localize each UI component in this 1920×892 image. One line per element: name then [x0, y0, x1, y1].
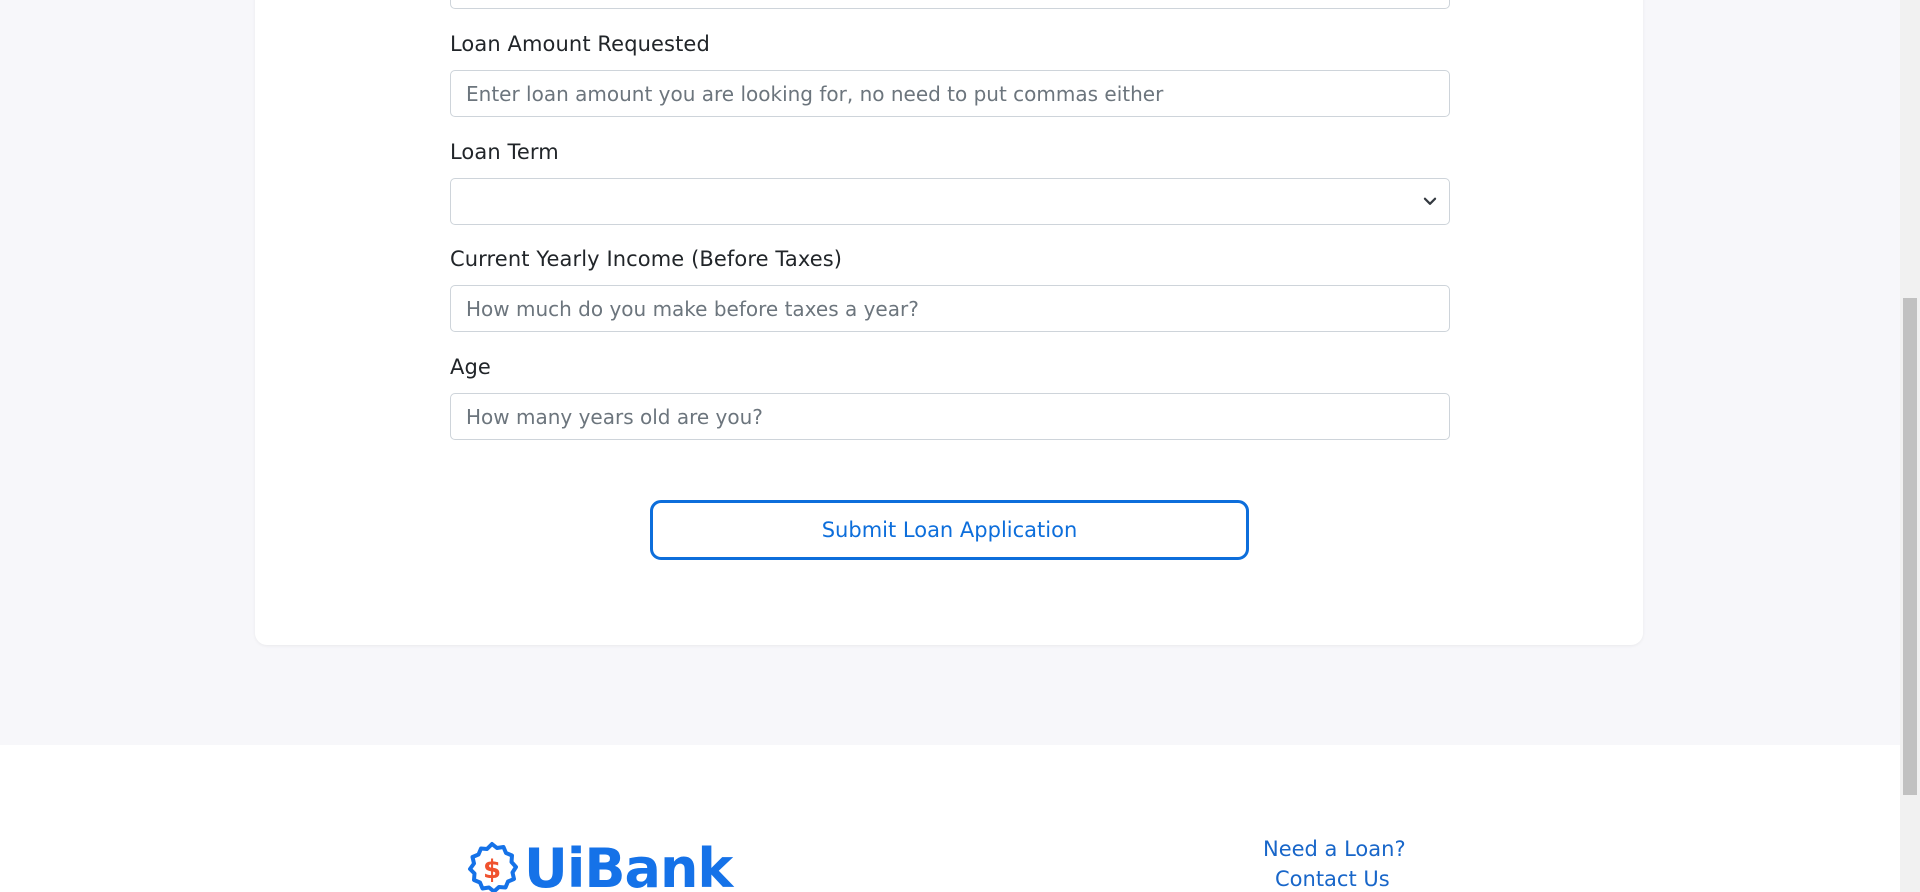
svg-text:$: $: [483, 855, 501, 885]
loan-amount-input[interactable]: [450, 70, 1450, 117]
yearly-income-label: Current Yearly Income (Before Taxes): [450, 247, 843, 271]
uibank-logo[interactable]: $ UiBank: [464, 837, 733, 892]
chevron-down-icon: [1423, 197, 1437, 205]
age-label: Age: [450, 355, 491, 379]
need-a-loan-link[interactable]: Need a Loan?: [1263, 837, 1406, 861]
scrollbar-thumb[interactable]: [1903, 298, 1917, 795]
previous-input-field[interactable]: [450, 0, 1450, 9]
logo-wordmark: UiBank: [524, 837, 733, 892]
yearly-income-input[interactable]: [450, 285, 1450, 332]
loan-amount-label: Loan Amount Requested: [450, 32, 710, 56]
footer: $ UiBank Need a Loan? Contact Us: [0, 745, 1900, 892]
age-input[interactable]: [450, 393, 1450, 440]
contact-us-link[interactable]: Contact Us: [1275, 867, 1390, 891]
loan-term-label: Loan Term: [450, 140, 559, 164]
dollar-badge-icon: $: [468, 842, 518, 892]
submit-loan-application-button[interactable]: Submit Loan Application: [650, 500, 1249, 560]
page: Loan Amount Requested Loan Term Current …: [0, 0, 1920, 892]
main-viewport: Loan Amount Requested Loan Term Current …: [0, 0, 1900, 892]
loan-term-select[interactable]: [450, 178, 1450, 225]
